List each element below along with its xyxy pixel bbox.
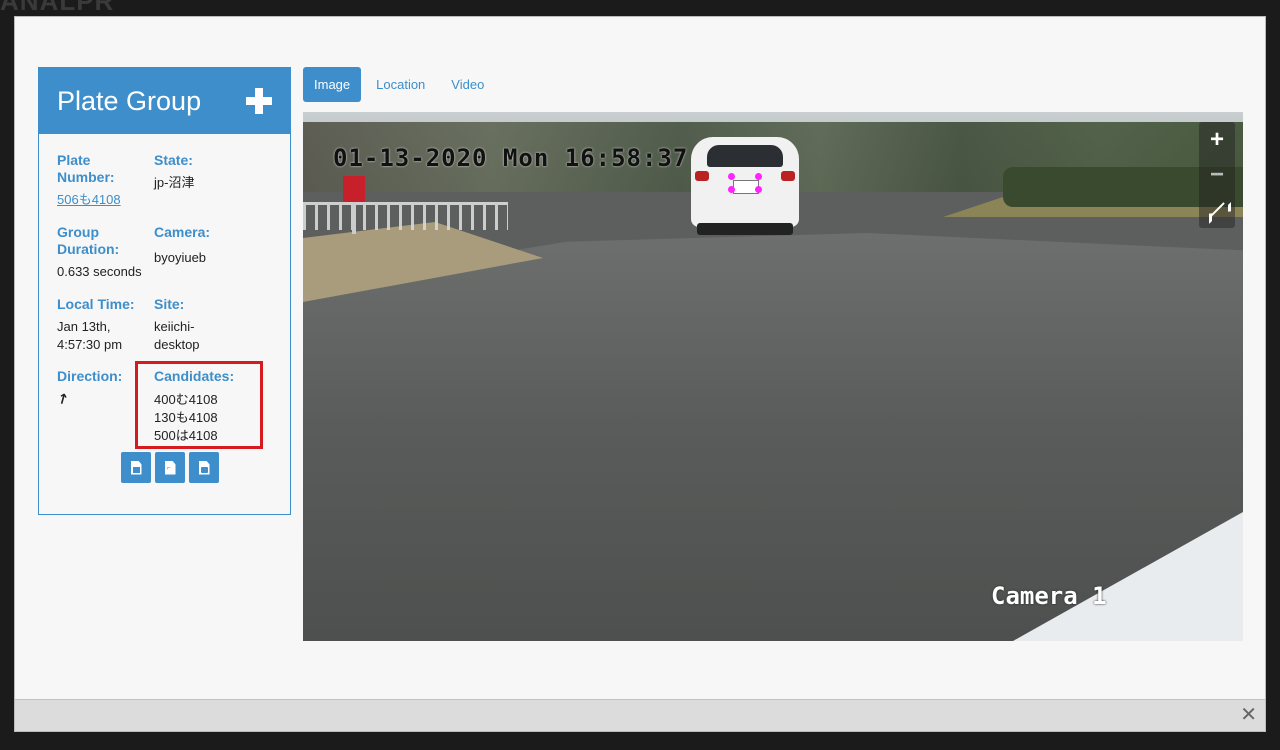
background-app-title: ANALPR xyxy=(0,0,115,16)
download-video-button[interactable] xyxy=(189,452,219,483)
state-value: jp-沼津 xyxy=(154,175,195,190)
tab-image[interactable]: Image xyxy=(303,67,362,102)
site-label: Site: xyxy=(154,296,185,312)
camera-overlay: Camera 1 xyxy=(991,582,1107,610)
zoom-out-button[interactable]: − xyxy=(1199,157,1235,192)
panel-header: Plate Group xyxy=(39,68,290,134)
image-file-icon xyxy=(130,460,142,475)
tab-video[interactable]: Video xyxy=(440,67,495,102)
detected-car xyxy=(691,137,799,235)
plate-group-panel: Plate Group Plate Number: 506も4108 State… xyxy=(38,67,291,515)
plate-number-label: Plate Number: xyxy=(57,152,115,185)
car-bumper xyxy=(697,223,793,235)
plate-group-modal: Plate Group Plate Number: 506も4108 State… xyxy=(14,16,1266,732)
scene-sign-pole xyxy=(352,202,356,234)
tab-location[interactable]: Location xyxy=(365,67,436,102)
direction-arrow-icon: ↗ xyxy=(53,389,72,409)
timestamp-overlay: 01-13-2020 Mon 16:58:37 xyxy=(333,144,689,172)
local-time-label: Local Time: xyxy=(57,296,135,312)
plus-icon[interactable] xyxy=(246,88,272,114)
state-label: State: xyxy=(154,152,193,168)
group-duration-label: Group Duration: xyxy=(57,224,120,257)
local-time-field: Local Time: Jan 13th, 4:57:30 pm xyxy=(57,296,147,354)
close-icon[interactable]: ✕ xyxy=(1240,705,1257,725)
plate-corner-marker xyxy=(728,173,735,180)
camera-image-viewer[interactable]: 01-13-2020 Mon 16:58:37 Camera 1 + − xyxy=(303,112,1243,641)
plate-number-link[interactable]: 506も4108 xyxy=(57,192,121,207)
site-value: keiichi-desktop xyxy=(154,319,200,352)
local-time-value: Jan 13th, 4:57:30 pm xyxy=(57,319,123,352)
candidates-highlight-box xyxy=(135,361,263,449)
stop-sign xyxy=(343,176,365,202)
group-duration-field: Group Duration: 0.633 seconds xyxy=(57,224,147,281)
plate-corner-marker xyxy=(755,173,762,180)
direction-label: Direction: xyxy=(57,368,123,384)
panel-title: Plate Group xyxy=(57,85,202,116)
direction-field: Direction: ↗ xyxy=(54,368,147,409)
plate-number-field: Plate Number: 506も4108 xyxy=(57,152,147,209)
group-duration-value: 0.633 seconds xyxy=(57,264,142,279)
state-field: State: jp-沼津 xyxy=(154,152,274,192)
zoom-controls: + − xyxy=(1199,122,1235,228)
scene-fence xyxy=(303,202,508,230)
car-tail-light xyxy=(695,171,709,181)
download-image-button[interactable] xyxy=(121,452,151,483)
download-buttons: ⌐ xyxy=(121,452,219,483)
plate-corner-marker xyxy=(728,186,735,193)
car-tail-light xyxy=(781,171,795,181)
fullscreen-button[interactable] xyxy=(1199,192,1235,227)
expand-icon xyxy=(1209,202,1225,218)
video-file-icon xyxy=(198,460,210,475)
pdf-file-icon: ⌐ xyxy=(164,460,176,475)
modal-footer: ✕ xyxy=(15,699,1265,731)
zoom-in-button[interactable]: + xyxy=(1199,122,1235,157)
plate-corner-marker xyxy=(755,186,762,193)
camera-label: Camera: xyxy=(154,224,211,240)
viewer-tabs: Image Location Video xyxy=(303,67,495,102)
download-pdf-button[interactable]: ⌐ xyxy=(155,452,185,483)
camera-value: byoyiueb xyxy=(154,250,207,265)
site-field: Site: keiichi-desktop xyxy=(154,296,224,354)
car-rear-window xyxy=(707,145,783,167)
camera-field: Camera: byoyiueb xyxy=(154,224,274,267)
